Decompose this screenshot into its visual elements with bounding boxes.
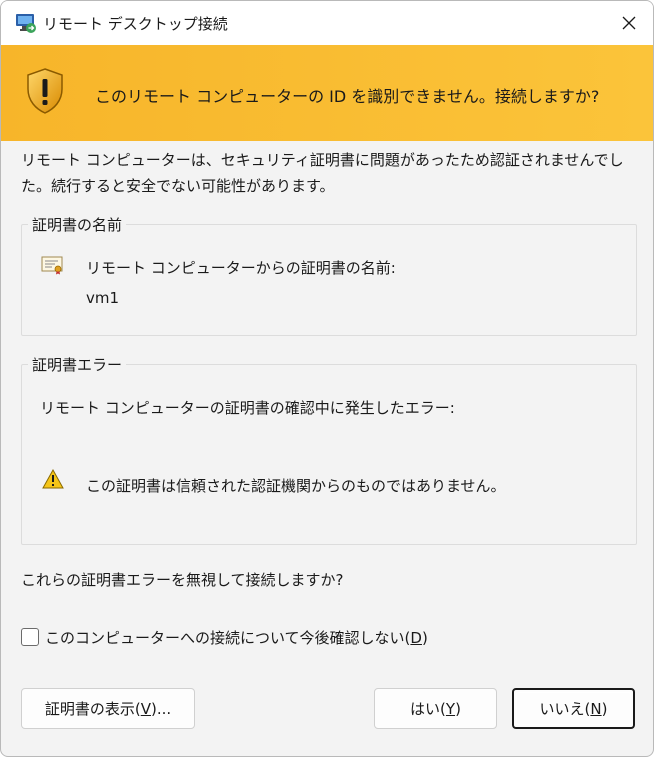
warning-banner: このリモート コンピューターの ID を識別できません。接続しますか? [1, 45, 653, 141]
certificate-error-label: リモート コンピューターの証明書の確認中に発生したエラー: [40, 399, 455, 417]
security-shield-warning-icon [27, 68, 63, 114]
intro-text: リモート コンピューターは、セキュリティ証明書に問題があったため認証されませんで… [21, 151, 624, 195]
dont-ask-again-checkbox[interactable] [21, 628, 39, 646]
title-bar[interactable]: リモート デスクトップ接続 [1, 1, 653, 45]
certificate-icon [41, 256, 63, 275]
yes-button[interactable]: はい(Y) [374, 688, 497, 729]
certificate-error-group: 証明書エラー リモート コンピューターの証明書の確認中に発生したエラー: この証… [21, 354, 637, 545]
close-icon [622, 16, 636, 30]
remote-desktop-icon [16, 14, 36, 33]
certificate-name-group: 証明書の名前 リモート コンピューターからの証明書の名前: vm1 [21, 214, 637, 336]
no-button[interactable]: いいえ(N) [512, 688, 635, 729]
view-certificate-button[interactable]: 証明書の表示(V)... [21, 688, 195, 729]
certificate-name-value: vm1 [86, 289, 120, 307]
certificate-name-legend: 証明書の名前 [28, 214, 127, 235]
warning-icon [42, 469, 64, 489]
dont-ask-again-option[interactable]: このコンピューターへの接続について今後確認しない(D) [21, 625, 428, 649]
window-title: リモート デスクトップ接続 [43, 15, 228, 33]
dont-ask-again-label[interactable]: このコンピューターへの接続について今後確認しない(D) [45, 627, 428, 648]
certificate-error-legend: 証明書エラー [28, 354, 127, 375]
banner-message: このリモート コンピューターの ID を識別できません。接続しますか? [95, 87, 600, 106]
certificate-name-label: リモート コンピューターからの証明書の名前: [86, 259, 396, 277]
connect-question: これらの証明書エラーを無視して接続しますか? [21, 571, 344, 589]
certificate-error-item: この証明書は信頼された認証機関からのものではありません。 [86, 477, 506, 495]
close-button[interactable] [605, 1, 653, 45]
dialog-window: リモート デスクトップ接続 このリモート コンピューターの ID を識別できませ… [0, 0, 654, 757]
